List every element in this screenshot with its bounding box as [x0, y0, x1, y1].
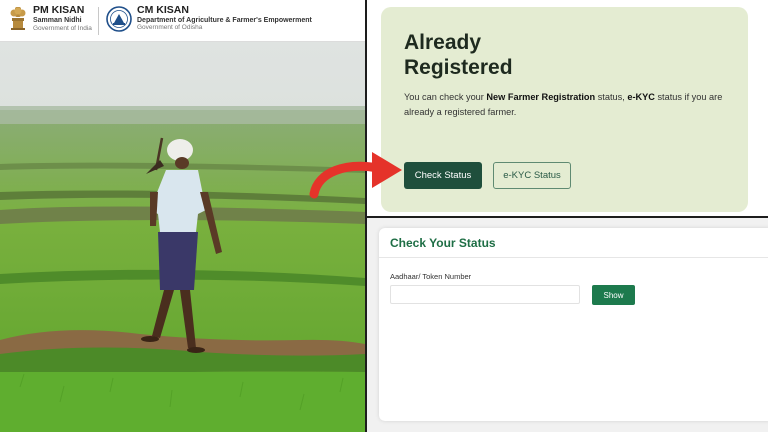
already-registered-card: Already Registered You can check your Ne…: [381, 7, 748, 212]
desc-text-1: You can check your: [404, 92, 487, 102]
desc-bold-registration: New Farmer Registration: [486, 92, 596, 102]
ekyc-status-button[interactable]: e-KYC Status: [493, 162, 571, 189]
odisha-seal-icon: [106, 5, 132, 32]
check-status-button[interactable]: Check Status: [404, 162, 482, 189]
aadhaar-token-input[interactable]: [390, 285, 580, 304]
farmer-field-photo: [0, 42, 365, 432]
right-top-panel: Already Registered You can check your Ne…: [367, 0, 768, 216]
left-panel: PM KISAN Samman Nidhi Government of Indi…: [0, 0, 365, 432]
registered-title-line1: Already: [404, 31, 482, 54]
desc-text-2: status,: [595, 92, 628, 102]
check-status-title: Check Your Status: [390, 236, 496, 250]
pm-kisan-gov: Government of India: [33, 24, 92, 32]
right-bottom-panel: Check Your Status Aadhaar/ Token Number …: [367, 218, 768, 432]
registered-description: You can check your New Farmer Registrati…: [404, 90, 724, 119]
national-emblem-icon: [10, 7, 26, 30]
registered-title-line2: Registered: [404, 56, 513, 80]
check-status-card: Check Your Status Aadhaar/ Token Number …: [379, 228, 768, 421]
header-divider: [98, 7, 99, 35]
registered-title: Already Registered: [404, 30, 604, 80]
site-header: PM KISAN Samman Nidhi Government of Indi…: [0, 0, 365, 42]
show-button[interactable]: Show: [592, 285, 635, 305]
pm-kisan-title: PM KISAN: [33, 4, 85, 17]
status-card-divider: [379, 257, 768, 258]
pm-kisan-logo[interactable]: PM KISAN Samman Nidhi Government of Indi…: [8, 5, 92, 33]
cm-kisan-title: CM KISAN: [137, 4, 189, 16]
aadhaar-token-label: Aadhaar/ Token Number: [390, 272, 472, 281]
pm-kisan-subtitle: Samman Nidhi: [33, 17, 82, 25]
desc-bold-ekyc: e-KYC: [627, 92, 655, 102]
cm-kisan-gov: Government of Odisha: [137, 24, 203, 32]
cm-kisan-subtitle: Department of Agriculture & Farmer's Emp…: [137, 17, 312, 25]
red-arrow-icon: [309, 152, 402, 199]
cm-kisan-logo[interactable]: CM KISAN Department of Agriculture & Far…: [106, 4, 312, 32]
